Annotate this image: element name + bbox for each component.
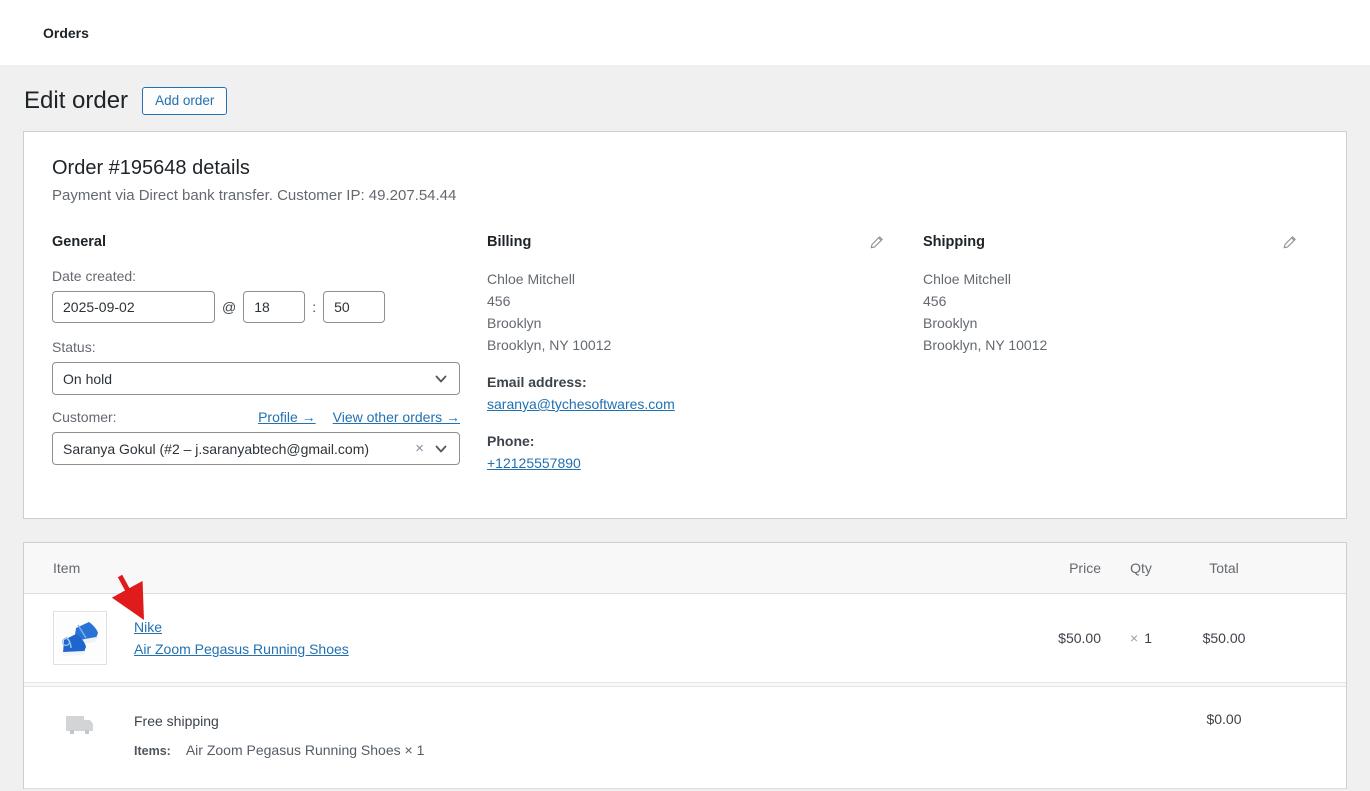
edit-shipping-pencil-icon[interactable]	[1282, 234, 1298, 250]
customer-select[interactable]: Saranya Gokul (#2 – j.saranyabtech@gmail…	[52, 432, 460, 465]
billing-address-line: Brooklyn, NY 10012	[487, 334, 923, 356]
column-header-price: Price	[1011, 560, 1101, 576]
email-address-label: Email address:	[487, 371, 923, 393]
shipping-address-line: Brooklyn	[923, 312, 1318, 334]
column-header-item: Item	[53, 560, 1011, 576]
product-thumbnail	[53, 611, 107, 665]
column-header-qty: Qty	[1101, 560, 1181, 576]
order-title: Order #195648 details	[52, 157, 1318, 180]
chevron-down-icon	[433, 441, 449, 457]
product-brand-link[interactable]: Nike	[134, 616, 349, 638]
shipping-total: $0.00	[1181, 711, 1267, 727]
column-header-total: Total	[1181, 560, 1267, 576]
order-columns: General Date created: @ : Status: On hol…	[52, 234, 1318, 474]
at-separator: @	[222, 299, 236, 315]
chevron-down-icon	[433, 371, 449, 387]
blue-shoes-image	[56, 614, 104, 662]
page-title: Edit order	[24, 87, 128, 115]
billing-section: Billing Chloe Mitchell 456 Brooklyn Broo…	[487, 234, 923, 474]
view-other-orders-link[interactable]: View other orders →	[333, 409, 460, 425]
clear-icon[interactable]: ×	[415, 440, 424, 457]
billing-address-line: 456	[487, 290, 923, 312]
shipping-address-line: Chloe Mitchell	[923, 268, 1318, 290]
billing-heading: Billing	[487, 234, 531, 250]
billing-email-link[interactable]: saranya@tychesoftwares.com	[487, 396, 675, 412]
status-select[interactable]: On hold	[52, 362, 460, 395]
main-content: Edit order Add order Order #195648 detai…	[0, 65, 1370, 789]
status-select-value: On hold	[63, 371, 433, 387]
customer-label-row: Customer: Profile → View other orders →	[52, 409, 460, 425]
phone-label: Phone:	[487, 430, 923, 452]
billing-address-line: Chloe Mitchell	[487, 268, 923, 290]
date-created-label: Date created:	[52, 268, 487, 284]
shipping-method-cell: Free shipping Items: Air Zoom Pegasus Ru…	[134, 711, 1011, 758]
shipping-method-name: Free shipping	[134, 711, 1011, 731]
product-total: $50.00	[1181, 630, 1267, 646]
customer-select-value: Saranya Gokul (#2 – j.saranyabtech@gmail…	[63, 441, 415, 457]
order-subtitle: Payment via Direct bank transfer. Custom…	[52, 187, 1318, 204]
profile-link[interactable]: Profile →	[258, 409, 316, 425]
add-order-button[interactable]: Add order	[142, 87, 227, 115]
topbar: Orders	[0, 0, 1370, 65]
customer-label: Customer:	[52, 409, 241, 425]
table-row-product: Nike Air Zoom Pegasus Running Shoes $50.…	[24, 594, 1346, 682]
shipping-address-line: Brooklyn, NY 10012	[923, 334, 1318, 356]
shipping-items-label: Items:	[134, 744, 171, 758]
billing-address-line: Brooklyn	[487, 312, 923, 334]
items-panel-footer	[24, 788, 1346, 789]
date-created-row: @ :	[52, 291, 487, 323]
order-items-panel: Item Price Qty Total	[23, 542, 1347, 789]
qty-multiply-sign: ×	[1130, 630, 1138, 646]
product-name-link[interactable]: Air Zoom Pegasus Running Shoes	[134, 638, 349, 660]
general-section: General Date created: @ : Status: On hol…	[52, 234, 487, 474]
colon-separator: :	[312, 299, 316, 315]
table-row-shipping: Free shipping Items: Air Zoom Pegasus Ru…	[24, 687, 1346, 788]
product-price: $50.00	[1011, 630, 1101, 646]
breadcrumb: Orders	[43, 25, 89, 41]
shipping-heading: Shipping	[923, 234, 985, 250]
product-qty: ×1	[1101, 630, 1181, 646]
date-input[interactable]	[52, 291, 215, 323]
hour-input[interactable]	[243, 291, 305, 323]
general-heading: General	[52, 234, 487, 250]
status-label: Status:	[52, 339, 487, 355]
items-table-header: Item Price Qty Total	[24, 543, 1346, 594]
shipping-items-value: Air Zoom Pegasus Running Shoes × 1	[186, 742, 425, 758]
shipping-address-line: 456	[923, 290, 1318, 312]
order-details-panel: Order #195648 details Payment via Direct…	[23, 131, 1347, 519]
page-head: Edit order Add order	[23, 65, 1347, 131]
edit-billing-pencil-icon[interactable]	[869, 234, 885, 250]
product-links: Nike Air Zoom Pegasus Running Shoes	[134, 616, 349, 660]
billing-phone-link[interactable]: +12125557890	[487, 455, 581, 471]
shipping-section: Shipping Chloe Mitchell 456 Brooklyn Bro…	[923, 234, 1318, 474]
minute-input[interactable]	[323, 291, 385, 323]
truck-icon	[65, 713, 95, 737]
